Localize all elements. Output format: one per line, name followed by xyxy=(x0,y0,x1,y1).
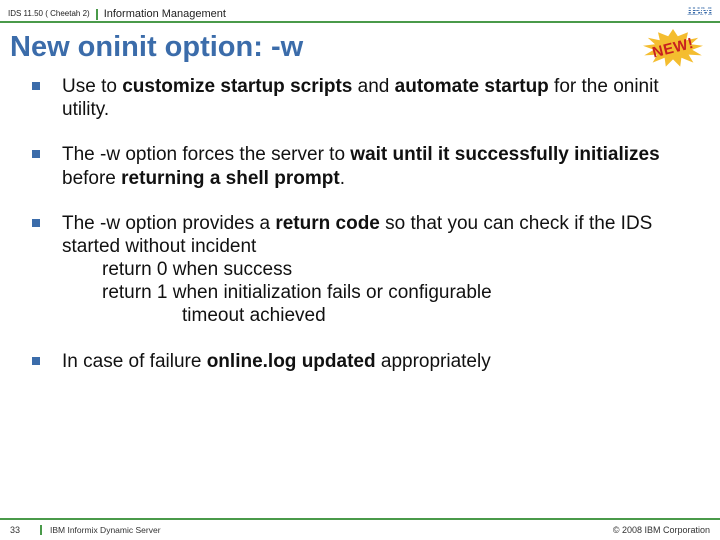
slide-header: IDS 11.50 ( Cheetah 2) Information Manag… xyxy=(0,0,720,23)
bullet-text: In case of failure online.log updated ap… xyxy=(62,350,692,373)
new-badge: NEW! xyxy=(642,29,704,69)
bullet-subline: timeout achieved xyxy=(62,304,692,327)
footer-product: IBM Informix Dynamic Server xyxy=(40,525,613,535)
footer-copyright: © 2008 IBM Corporation xyxy=(613,525,710,535)
page-number: 33 xyxy=(10,525,40,535)
bullet-square-icon xyxy=(32,219,40,227)
bullet-subline: return 0 when success xyxy=(62,258,692,281)
bullet-square-icon xyxy=(32,82,40,90)
bullet-item: In case of failure online.log updated ap… xyxy=(32,350,692,373)
ibm-logo-text: IBM xyxy=(687,5,712,18)
slide-footer: 33 IBM Informix Dynamic Server © 2008 IB… xyxy=(0,518,720,540)
bullet-item: The -w option forces the server to wait … xyxy=(32,143,692,189)
slide-title: New oninit option: -w xyxy=(10,31,642,64)
ibm-logo: IBM xyxy=(687,5,712,20)
bullet-subline: return 1 when initialization fails or co… xyxy=(62,281,692,304)
product-tag: IDS 11.50 ( Cheetah 2) xyxy=(8,9,98,20)
bullet-text: The -w option forces the server to wait … xyxy=(62,143,692,189)
bullet-square-icon xyxy=(32,150,40,158)
bullet-item: The -w option provides a return code so … xyxy=(32,212,692,328)
slide-body: Use to customize startup scripts and aut… xyxy=(0,73,720,373)
bullet-text: Use to customize startup scripts and aut… xyxy=(62,75,692,121)
title-row: New oninit option: -w NEW! xyxy=(0,23,720,73)
bullet-text: The -w option provides a return code so … xyxy=(62,212,692,328)
bullet-list: Use to customize startup scripts and aut… xyxy=(32,75,692,373)
bullet-square-icon xyxy=(32,357,40,365)
bullet-item: Use to customize startup scripts and aut… xyxy=(32,75,692,121)
group-tag: Information Management xyxy=(98,8,687,20)
